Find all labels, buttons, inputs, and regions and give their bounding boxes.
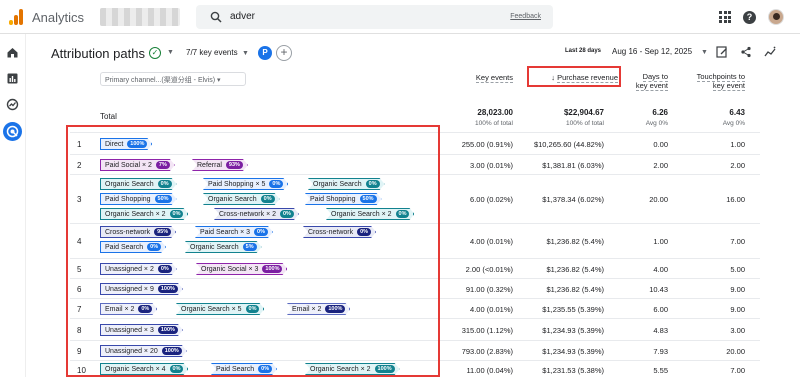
total-revenue-sub: 100% of total	[566, 120, 604, 127]
analytics-logo-icon[interactable]	[9, 9, 23, 25]
chevron-down-icon[interactable]: ▼	[701, 49, 708, 56]
advertising-icon[interactable]	[3, 122, 22, 141]
dimension-selector[interactable]: Primary channel...(渠道分组 - Elvis) ▾	[100, 72, 246, 86]
top-bar: Analytics adver Feedback ?	[0, 0, 800, 34]
left-nav	[0, 34, 26, 377]
highlight-box	[66, 125, 440, 377]
apps-grid-icon[interactable]	[719, 11, 731, 23]
insights-icon[interactable]	[764, 46, 776, 58]
total-revenue: $22,904.67	[563, 108, 604, 117]
col-header-days-to-key-event[interactable]: Days to key event	[626, 72, 668, 91]
reports-icon[interactable]	[6, 72, 19, 85]
avatar[interactable]	[768, 9, 784, 25]
comparison-badge[interactable]: P	[258, 46, 272, 60]
total-touchpoints: 6.43	[729, 108, 745, 117]
date-range-label: Last 28 days	[565, 48, 602, 54]
add-comparison-button[interactable]: +	[276, 45, 292, 61]
col-header-touchpoints[interactable]: Touchpoints to key event	[676, 72, 745, 91]
search-input[interactable]: adver	[230, 11, 255, 22]
total-key-events: 28,023.00	[477, 108, 513, 117]
app-title: Analytics	[32, 10, 85, 25]
search-icon	[210, 11, 222, 23]
total-label: Total	[100, 112, 117, 121]
key-events-selector[interactable]: 7/7 key events	[186, 48, 238, 57]
chevron-down-icon[interactable]: ▼	[242, 50, 249, 57]
search-bar[interactable]: adver Feedback	[196, 5, 553, 29]
total-touchpoints-sub: Avg 0%	[722, 120, 745, 127]
date-range-picker[interactable]: Aug 16 - Sep 12, 2025	[612, 47, 692, 56]
total-days-sub: Avg 0%	[645, 120, 668, 127]
total-key-events-sub: 100% of total	[475, 120, 513, 127]
col-header-purchase-revenue[interactable]: ↓ Purchase revenue	[530, 73, 618, 83]
home-icon[interactable]	[6, 46, 19, 59]
col-header-key-events[interactable]: Key events	[462, 73, 513, 83]
edit-report-icon[interactable]	[716, 46, 728, 58]
share-icon[interactable]	[740, 46, 752, 58]
feedback-link[interactable]: Feedback	[510, 13, 541, 20]
report-header: Attribution paths ✓ ▼ 7/7 key events ▼ P…	[26, 34, 800, 72]
account-selector[interactable]	[100, 8, 180, 26]
check-circle-icon[interactable]: ✓	[149, 47, 161, 59]
help-icon[interactable]: ?	[743, 10, 756, 24]
explore-icon[interactable]	[6, 98, 19, 111]
page-title: Attribution paths	[51, 46, 145, 61]
chevron-down-icon[interactable]: ▼	[167, 49, 174, 56]
total-days: 6.26	[652, 108, 668, 117]
